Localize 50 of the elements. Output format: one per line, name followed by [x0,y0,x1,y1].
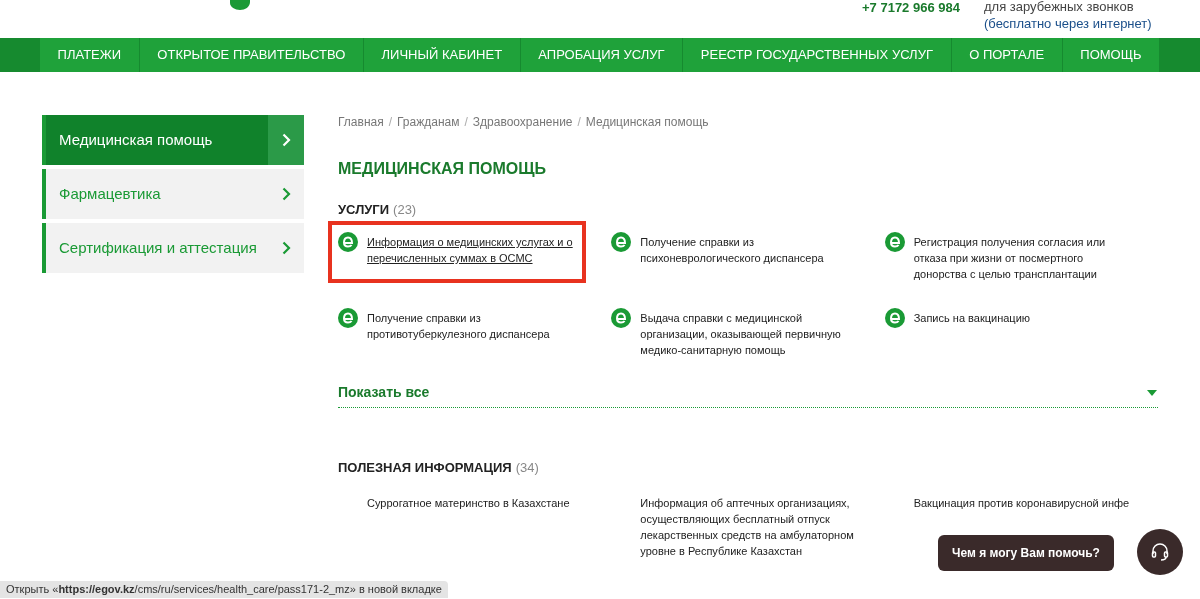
breadcrumb-separator: / [577,114,581,131]
e-icon [611,308,632,328]
breadcrumb-link[interactable]: Главная [338,113,384,131]
sidebar-item[interactable]: Фармацевтика [42,169,304,219]
nav-tab[interactable]: ПЛАТЕЖИ [40,38,140,72]
service-link[interactable]: Регистрация получения согласия или отказа при жизни от посмертного донорства с целью трансплантации [913,234,1135,282]
service-link[interactable]: Выдача справки с медицинской организации, оказывающей первичную медико-санитарную помощь [640,310,862,358]
chevron-right-icon [281,241,291,255]
nav-tab[interactable]: О ПОРТАЛЕ [951,38,1063,72]
logo-icon [228,0,252,10]
e-icon [884,232,905,252]
e-icon [338,308,358,328]
service-link[interactable]: Получение справки из противотуберкулезного диспансера [367,310,588,342]
phone-number: +7 7172 966 984 [862,0,960,15]
service-link[interactable]: Запись на вакцинацию [913,310,1031,328]
nav-tab[interactable]: ЛИЧНЫЙ КАБИНЕТ [363,38,521,72]
caret-down-icon [1147,389,1157,396]
breadcrumb-link[interactable]: Здравоохранение [472,113,573,131]
breadcrumb-separator: / [464,114,468,131]
chat-bubble[interactable]: Чем я могу Вам помочь? [938,535,1114,571]
nav-tab[interactable]: ПОМОЩЬ [1062,38,1161,72]
nav-tab[interactable]: АПРОБАЦИЯ УСЛУГ [520,38,684,72]
service-link[interactable]: Получение справки из психоневрологического диспансера [640,234,862,266]
section-count: (34) [515,459,539,477]
support-chat-button[interactable] [1137,529,1183,575]
info-link[interactable]: Вакцинация против коронавирусной инфе [913,495,1135,511]
chevron-right-icon [281,187,291,201]
breadcrumb-link[interactable]: Медицинская помощь [585,113,709,131]
show-all-toggle[interactable]: Показать все [338,382,1158,408]
headset-icon [1150,542,1170,562]
section-count: (23) [393,201,417,219]
section-heading: ПОЛЕЗНАЯ ИНФОРМАЦИЯ [338,459,512,477]
section-heading: УСЛУГИ [338,201,390,219]
page-title: МЕДИЦИНСКАЯ ПОМОЩЬ [338,159,547,179]
info-link[interactable]: Информация об аптечных организациях, осуществляющих бесплатный отпуск лекарственных средств на амбулаторном уровне в Республике Казахстан [640,495,862,559]
link-status-bar: Открыть «https://egov.kz/cms/ru/services/health_care/pass171-2_mz» в новой вкладке [0,581,448,598]
e-icon [338,232,358,252]
e-icon [611,232,632,252]
phone-note: для зарубежных звонков [984,0,1134,15]
nav-tab[interactable]: РЕЕСТР ГОСУДАРСТВЕННЫХ УСЛУГ [683,38,952,72]
info-link[interactable]: Суррогатное материнство в Казахстане [367,495,588,511]
sidebar-item[interactable]: Сертификация и аттестация [42,223,304,273]
breadcrumb-link[interactable]: Гражданам [397,113,460,131]
e-icon [884,308,905,328]
breadcrumb-separator: / [388,114,393,131]
free-call-link[interactable]: (бесплатно через интернет) [984,16,1152,32]
sidebar-item[interactable]: Медицинская помощь [42,115,304,165]
service-link[interactable]: Информация о медицинских услугах и о перечисленных суммах в ОСМС [367,234,588,266]
chevron-right-icon [281,133,291,147]
nav-tab[interactable]: ОТКРЫТОЕ ПРАВИТЕЛЬСТВО [139,38,364,72]
